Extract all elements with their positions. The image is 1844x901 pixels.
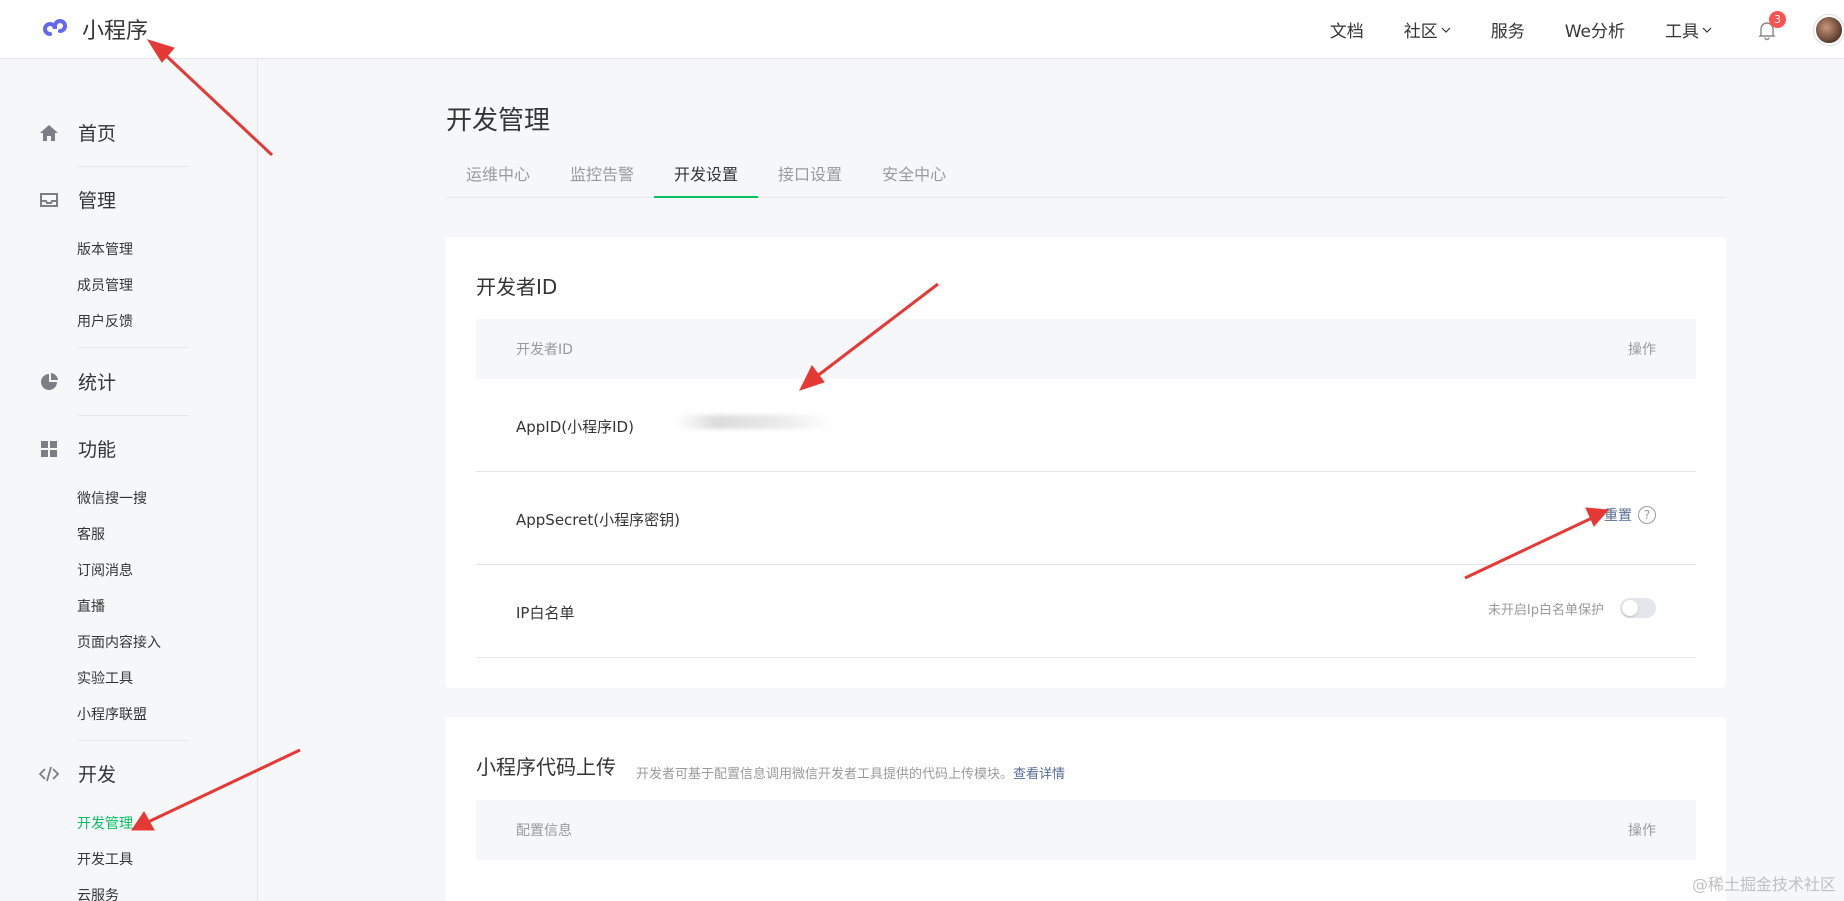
sidebar-item-version[interactable]: 版本管理 (77, 239, 133, 259)
nav-tools-label: 工具 (1665, 22, 1699, 42)
sidebar-item-members[interactable]: 成员管理 (77, 275, 133, 295)
appid-value-redacted (676, 409, 836, 429)
sidebar-item-stats[interactable]: 统计 (38, 368, 116, 395)
app-name: 小程序 (82, 19, 149, 44)
help-icon[interactable]: ? (1638, 506, 1656, 524)
table-header: 配置信息 操作 (476, 800, 1696, 860)
tab-monitoring[interactable]: 监控告警 (550, 158, 654, 198)
nav-community-label: 社区 (1403, 22, 1438, 42)
sidebar: 首页 管理 版本管理 成员管理 用户反馈 统计 功能 微信搜一搜 客服 订阅消息… (0, 59, 258, 901)
sidebar-item-label: 管理 (78, 190, 117, 212)
appsecret-actions: 重置 ? (1604, 505, 1656, 525)
toggle-knob (1622, 600, 1638, 616)
sidebar-item-label: 功能 (78, 439, 117, 461)
divider (78, 166, 188, 167)
sidebar-item-features[interactable]: 功能 (38, 435, 116, 462)
tab-security-center[interactable]: 安全中心 (862, 158, 966, 198)
sidebar-item-home[interactable]: 首页 (38, 119, 116, 146)
ip-whitelist-status: 未开启Ip白名单保护 (1487, 602, 1604, 618)
page-title: 开发管理 (446, 106, 551, 136)
home-icon (40, 124, 58, 141)
column-header-id: 开发者ID (516, 342, 573, 358)
divider (78, 740, 188, 741)
notification-button[interactable]: 3 (1756, 10, 1786, 41)
column-header-action: 操作 (1628, 342, 1656, 358)
chevron-down-icon (1702, 27, 1712, 33)
tab-bar: 运维中心 监控告警 开发设置 接口设置 安全中心 (446, 158, 1726, 198)
nav-we-analysis[interactable]: We分析 (1565, 17, 1625, 42)
column-header-action: 操作 (1628, 823, 1656, 839)
card-title: 开发者ID (476, 275, 558, 299)
ip-whitelist-label: IP白名单 (516, 604, 575, 622)
column-header-config: 配置信息 (516, 823, 572, 839)
avatar[interactable] (1814, 14, 1844, 45)
sidebar-item-subscription[interactable]: 订阅消息 (77, 560, 133, 580)
ip-whitelist-actions: 未开启Ip白名单保护 (1488, 598, 1656, 618)
sidebar-item-wechat-search[interactable]: 微信搜一搜 (77, 488, 147, 508)
table-row-ip-whitelist: IP白名单 未开启Ip白名单保护 (476, 565, 1696, 658)
chevron-down-icon (1441, 27, 1451, 33)
table-row-appsecret: AppSecret(小程序密钥) 重置 ? (476, 472, 1696, 565)
sidebar-item-label: 统计 (78, 372, 117, 394)
nav-services[interactable]: 服务 (1491, 17, 1525, 42)
tab-dev-settings[interactable]: 开发设置 (654, 158, 759, 198)
sidebar-item-customer-service[interactable]: 客服 (77, 524, 105, 544)
pie-chart-icon (41, 372, 58, 390)
developer-id-card: 开发者ID 开发者ID 操作 AppID(小程序ID) AppSecret(小程… (446, 237, 1726, 688)
sidebar-item-page-content[interactable]: 页面内容接入 (77, 632, 161, 652)
upload-description-text: 开发者可基于配置信息调用微信开发者工具提供的代码上传模块。 (636, 767, 1014, 782)
upload-description: 开发者可基于配置信息调用微信开发者工具提供的代码上传模块。查看详情 (636, 763, 1065, 782)
view-details-link[interactable]: 查看详情 (1013, 767, 1065, 782)
code-upload-card: 小程序代码上传 开发者可基于配置信息调用微信开发者工具提供的代码上传模块。查看详… (446, 717, 1726, 901)
ip-whitelist-toggle[interactable] (1620, 598, 1656, 618)
mini-program-logo-icon (43, 19, 67, 36)
sidebar-item-dev-tools[interactable]: 开发工具 (77, 849, 133, 869)
app-logo[interactable]: 小程序 (38, 12, 148, 46)
divider (78, 347, 188, 348)
table-row-appid: AppID(小程序ID) (476, 379, 1696, 472)
sidebar-item-dev[interactable]: 开发 (38, 760, 116, 787)
sidebar-item-live[interactable]: 直播 (77, 596, 105, 616)
inbox-icon (40, 192, 58, 207)
sidebar-item-alliance[interactable]: 小程序联盟 (77, 704, 147, 724)
sidebar-item-label: 开发 (78, 764, 117, 786)
code-icon (38, 766, 60, 781)
nav-tools[interactable]: 工具 (1665, 17, 1712, 42)
divider (78, 415, 188, 416)
sidebar-item-manage[interactable]: 管理 (38, 186, 116, 213)
top-header: 小程序 文档 社区 服务 We分析 工具 3 (0, 0, 1844, 59)
tab-ops-center[interactable]: 运维中心 (446, 158, 550, 198)
card-title: 小程序代码上传 (476, 755, 616, 779)
watermark: @稀土掘金技术社区 (1691, 875, 1836, 894)
nav-docs[interactable]: 文档 (1330, 17, 1364, 42)
sidebar-item-dev-management[interactable]: 开发管理 (77, 813, 133, 833)
appid-label: AppID(小程序ID) (516, 418, 634, 436)
top-nav: 文档 社区 服务 We分析 工具 3 (1330, 0, 1844, 59)
sidebar-item-feedback[interactable]: 用户反馈 (77, 311, 133, 331)
sidebar-item-label: 首页 (78, 123, 117, 145)
tab-api-settings[interactable]: 接口设置 (758, 158, 862, 198)
grid-icon (41, 440, 57, 457)
table-header: 开发者ID 操作 (476, 319, 1696, 379)
nav-community[interactable]: 社区 (1404, 17, 1451, 42)
appsecret-label: AppSecret(小程序密钥) (516, 511, 680, 529)
sidebar-item-experiment[interactable]: 实验工具 (77, 668, 133, 688)
sidebar-item-cloud[interactable]: 云服务 (77, 885, 119, 901)
notification-badge: 3 (1769, 10, 1786, 28)
reset-secret-link[interactable]: 重置 (1604, 505, 1632, 525)
